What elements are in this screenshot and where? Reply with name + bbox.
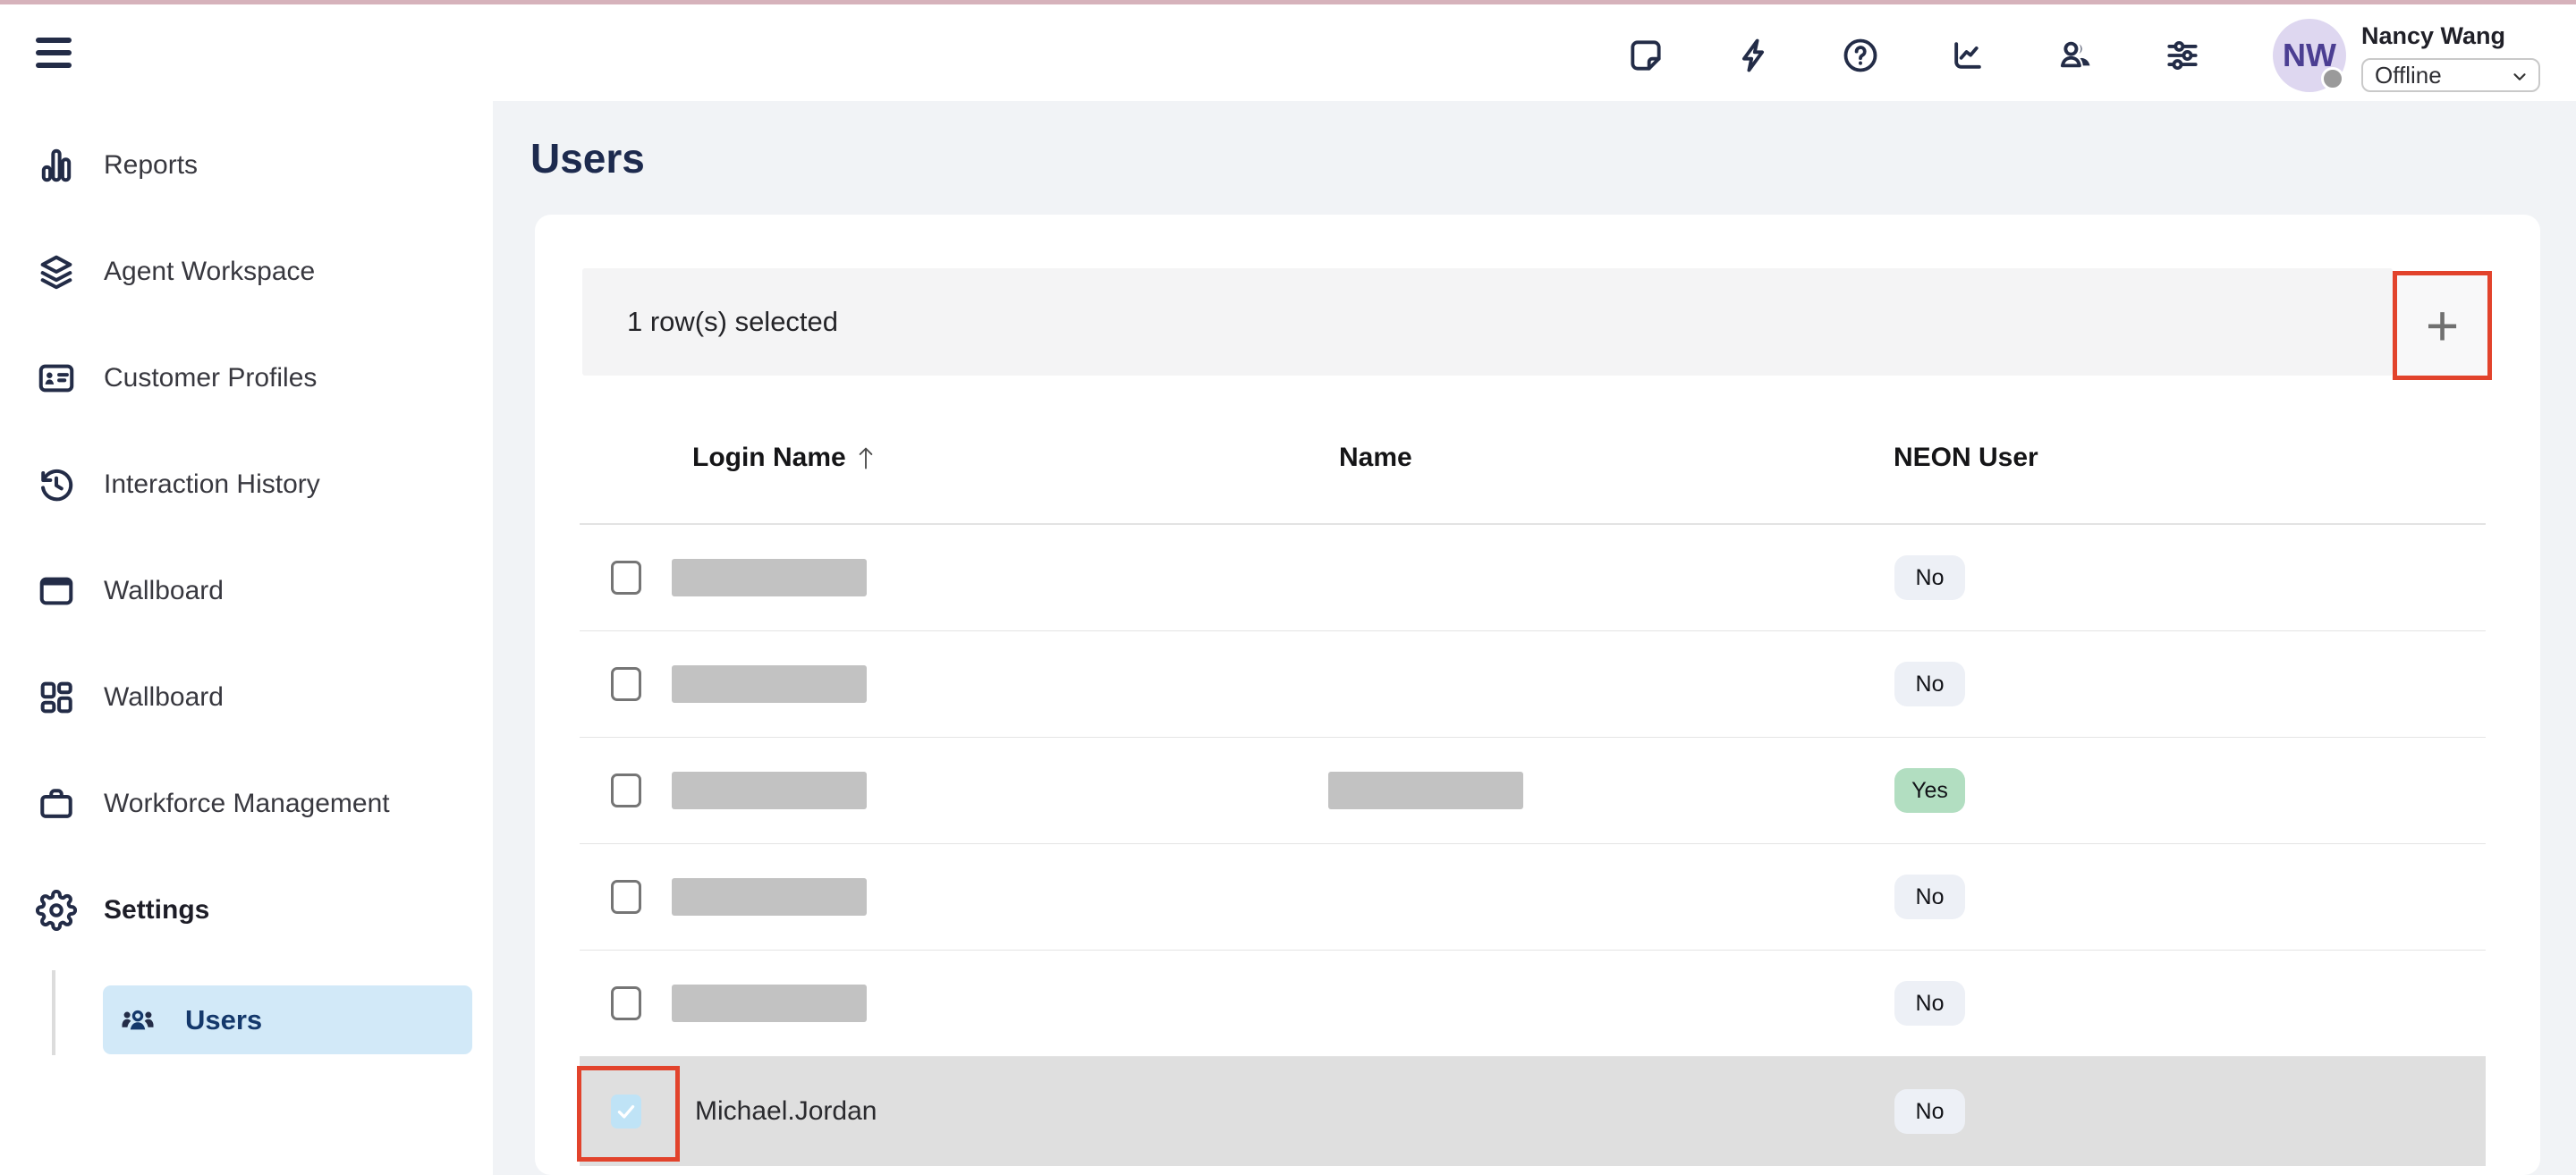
- briefcase-icon: [36, 783, 77, 824]
- redacted-name: [1328, 772, 1523, 809]
- sidebar-item-workforce-management[interactable]: Workforce Management: [0, 750, 493, 857]
- sidebar-item-label: Customer Profiles: [104, 363, 317, 393]
- note-icon: [1626, 36, 1665, 75]
- table-row[interactable]: No: [580, 525, 2486, 631]
- table-row[interactable]: No: [580, 631, 2486, 738]
- topbar-icon-group: [1626, 36, 2202, 75]
- annotation-checkbox-highlight: [577, 1066, 680, 1162]
- sort-ascending-icon: [855, 444, 877, 471]
- table-row-selected[interactable]: Michael.Jordan No: [580, 1057, 2486, 1166]
- redacted-login-name: [672, 665, 867, 703]
- avatar[interactable]: NW: [2273, 19, 2346, 92]
- sidebar-item-label: Users: [185, 1004, 262, 1036]
- dashboard-grid-icon: [36, 677, 77, 718]
- status-dot: [2321, 67, 2344, 90]
- sidebar-item-label: Reports: [104, 150, 198, 181]
- subitem-tree-line: [52, 970, 55, 1055]
- sidebar-item-reports[interactable]: Reports: [0, 112, 493, 218]
- notes-button[interactable]: [1626, 36, 1665, 75]
- line-chart-icon: [1948, 36, 1987, 75]
- neon-user-badge: No: [1894, 981, 1965, 1026]
- quick-actions-button[interactable]: [1733, 36, 1773, 75]
- column-header-neon-user[interactable]: NEON User: [1894, 443, 2038, 473]
- sidebar-item-label: Settings: [104, 895, 209, 926]
- user-name: Nancy Wang: [2361, 22, 2540, 50]
- table-row[interactable]: No: [580, 951, 2486, 1057]
- column-header-name[interactable]: Name: [1339, 443, 1412, 473]
- topbar: NW Nancy Wang Offline: [0, 4, 2576, 101]
- sidebar-item-label: Wallboard: [104, 576, 224, 606]
- people-icon: [2055, 36, 2095, 75]
- sidebar-item-label: Workforce Management: [104, 789, 390, 819]
- sidebar-item-label: Interaction History: [104, 469, 320, 500]
- table-row[interactable]: No: [580, 844, 2486, 951]
- page-title: Users: [530, 135, 645, 182]
- row-checkbox[interactable]: [611, 561, 641, 595]
- sidebar-item-customer-profiles[interactable]: Customer Profiles: [0, 325, 493, 431]
- column-header-login-name[interactable]: Login Name: [692, 443, 877, 473]
- neon-user-badge: No: [1894, 662, 1965, 706]
- lightning-icon: [1733, 36, 1773, 75]
- hamburger-menu-button[interactable]: [36, 34, 73, 72]
- users-card: 1 row(s) selected + Login Name Name: [535, 215, 2540, 1175]
- bar-chart-icon: [36, 145, 77, 186]
- neon-user-badge: No: [1894, 555, 1965, 600]
- plus-icon: +: [2426, 292, 2459, 359]
- history-icon: [36, 464, 77, 505]
- neon-user-badge: No: [1894, 1089, 1965, 1134]
- column-header-label: NEON User: [1894, 443, 2038, 473]
- users-table-body: No No Yes No: [580, 525, 2486, 1166]
- table-header: Login Name Name NEON User: [580, 420, 2486, 495]
- help-icon: [1841, 36, 1880, 75]
- sidebar-item-agent-workspace[interactable]: Agent Workspace: [0, 218, 493, 325]
- column-header-label: Login Name: [692, 443, 846, 473]
- id-card-icon: [36, 358, 77, 399]
- redacted-login-name: [672, 559, 867, 596]
- gear-icon: [36, 890, 77, 931]
- selection-bar: 1 row(s) selected: [582, 268, 2393, 376]
- row-checkbox[interactable]: [611, 667, 641, 701]
- sidebar-item-interaction-history[interactable]: Interaction History: [0, 431, 493, 537]
- sidebar-item-label: Wallboard: [104, 682, 224, 713]
- app-window: NW Nancy Wang Offline Reports: [0, 0, 2576, 1175]
- sidebar-item-users[interactable]: Users: [103, 985, 472, 1054]
- login-name-text: Michael.Jordan: [695, 1096, 877, 1127]
- redacted-login-name: [672, 985, 867, 1022]
- column-header-label: Name: [1339, 443, 1412, 473]
- users-group-icon: [119, 1002, 157, 1039]
- redacted-login-name: [672, 772, 867, 809]
- row-checkbox[interactable]: [611, 773, 641, 807]
- add-user-button[interactable]: +: [2393, 271, 2492, 380]
- status-select-value: Offline: [2375, 62, 2442, 89]
- chevron-down-icon: [2510, 67, 2529, 87]
- row-checkbox[interactable]: [611, 986, 641, 1020]
- analytics-button[interactable]: [1948, 36, 1987, 75]
- help-button[interactable]: [1841, 36, 1880, 75]
- preferences-button[interactable]: [2163, 36, 2202, 75]
- selection-count-text: 1 row(s) selected: [627, 306, 838, 338]
- user-block: Nancy Wang Offline: [2361, 22, 2540, 92]
- sidebar-item-label: Agent Workspace: [104, 257, 315, 287]
- window-icon: [36, 571, 77, 612]
- table-row[interactable]: Yes: [580, 738, 2486, 844]
- redacted-login-name: [672, 878, 867, 916]
- neon-user-badge: Yes: [1894, 768, 1965, 813]
- sidebar-item-wallboard-dashboard[interactable]: Wallboard: [0, 644, 493, 750]
- sliders-icon: [2163, 36, 2202, 75]
- sidebar-item-settings[interactable]: Settings: [0, 857, 493, 963]
- main-content: Users 1 row(s) selected + Login Name: [493, 101, 2576, 1175]
- neon-user-badge: No: [1894, 875, 1965, 919]
- layers-icon: [36, 251, 77, 292]
- row-checkbox[interactable]: [611, 880, 641, 914]
- status-select[interactable]: Offline: [2361, 58, 2540, 92]
- sidebar: Reports Agent Workspace Customer Profile…: [0, 101, 493, 1175]
- contacts-button[interactable]: [2055, 36, 2095, 75]
- sidebar-item-wallboard-window[interactable]: Wallboard: [0, 537, 493, 644]
